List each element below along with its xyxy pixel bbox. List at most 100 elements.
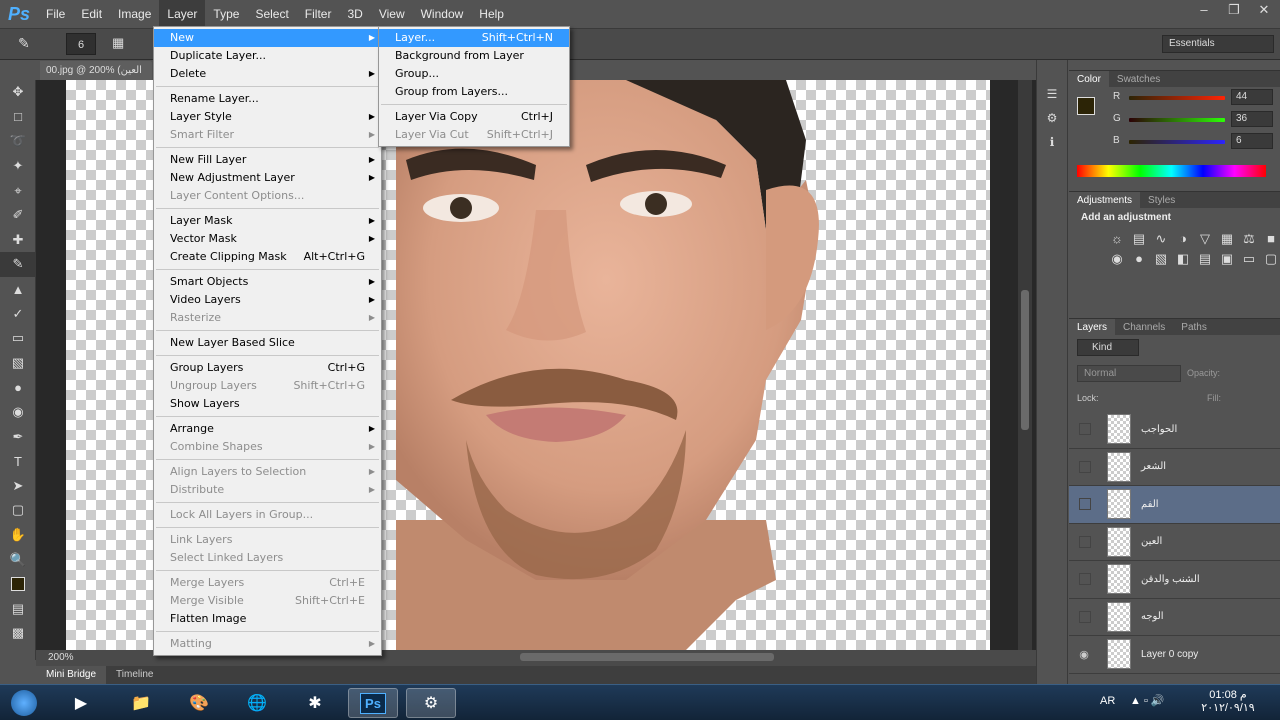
visibility-toggle[interactable] — [1079, 498, 1091, 511]
tab-timeline[interactable]: Timeline — [106, 666, 163, 684]
color-balance-icon[interactable]: ⚖ — [1241, 231, 1257, 247]
selective-color-icon[interactable]: ▢ — [1263, 251, 1279, 267]
marquee-tool-icon[interactable]: □ — [0, 105, 36, 130]
brightness-icon[interactable]: ☼ — [1109, 231, 1125, 247]
submenu-item-group-from-layers[interactable]: Group from Layers... — [379, 83, 569, 101]
document-tab[interactable]: 00.jpg @ 200% (العين — [40, 61, 152, 80]
info-icon[interactable]: ℹ — [1037, 130, 1067, 154]
brush-panel-icon[interactable]: ▦ — [112, 35, 124, 51]
lookup-icon[interactable]: ▧ — [1153, 251, 1169, 267]
layer-name[interactable]: الشعر — [1141, 461, 1166, 472]
brush-icon[interactable]: ✎ — [18, 35, 30, 52]
layer-thumbnail[interactable] — [1107, 414, 1131, 445]
layer-row[interactable]: الشنب والدقن — [1069, 561, 1280, 599]
photo-filter-icon[interactable]: ◉ — [1109, 251, 1125, 267]
menu-item-duplicate-layer[interactable]: Duplicate Layer... — [154, 47, 381, 65]
hue-icon[interactable]: ▦ — [1219, 231, 1235, 247]
menu-item-vector-mask[interactable]: Vector Mask ▶ — [154, 230, 381, 248]
paint-icon[interactable]: 🎨 — [174, 688, 224, 718]
tab-layers[interactable]: Layers — [1069, 318, 1116, 336]
brush-size-picker[interactable]: 6 — [66, 33, 96, 55]
gradient-map-icon[interactable]: ▭ — [1241, 251, 1257, 267]
layer-name[interactable]: الشنب والدقن — [1141, 574, 1200, 585]
layer-thumbnail[interactable] — [1107, 639, 1131, 670]
layer-row[interactable]: الفم — [1069, 486, 1280, 524]
color-spectrum-bar[interactable] — [1077, 165, 1266, 177]
layer-name[interactable]: الحواجب — [1141, 424, 1177, 435]
kind-filter[interactable]: Kind — [1077, 339, 1139, 356]
tab-swatches[interactable]: Swatches — [1109, 74, 1168, 85]
type-tool-icon[interactable]: T — [0, 449, 36, 474]
layer-name[interactable]: الوجه — [1141, 611, 1164, 622]
color-swatches-icon[interactable] — [0, 572, 36, 597]
hand-tool-icon[interactable]: ✋ — [0, 523, 36, 548]
blur-tool-icon[interactable]: ● — [0, 375, 36, 400]
clock[interactable]: 01:08 م ٢٠١٢/٠٩/١٩ — [1198, 688, 1258, 714]
history-icon[interactable]: ☰ — [1037, 82, 1067, 106]
layer-thumbnail[interactable] — [1107, 601, 1131, 632]
explorer-icon[interactable]: 📁 — [116, 688, 166, 718]
pen-tool-icon[interactable]: ✒ — [0, 424, 36, 449]
menu-window[interactable]: Window — [413, 0, 472, 28]
red-value[interactable]: 44 — [1231, 89, 1273, 105]
layer-row[interactable]: الحواجب — [1069, 411, 1280, 449]
screen-mode-icon[interactable]: ▩ — [0, 621, 36, 646]
quick-mask-icon[interactable]: ▤ — [0, 596, 36, 621]
menu-item-flatten-image[interactable]: Flatten Image — [154, 610, 381, 628]
menu-file[interactable]: File — [38, 0, 73, 28]
close-icon[interactable]: ✕ — [1254, 2, 1274, 18]
path-select-tool-icon[interactable]: ➤ — [0, 474, 36, 499]
layer-row[interactable]: الوجه — [1069, 599, 1280, 636]
brush-tool-icon[interactable]: ✎ — [0, 252, 36, 277]
start-button[interactable] — [2, 688, 46, 718]
eye-icon[interactable]: ◉ — [1075, 648, 1093, 661]
menu-3d[interactable]: 3D — [339, 0, 370, 28]
menu-type[interactable]: Type — [205, 0, 247, 28]
menu-item-arrange[interactable]: Arrange ▶ — [154, 420, 381, 438]
menu-item-create-clipping-mask[interactable]: Create Clipping Mask Alt+Ctrl+G — [154, 248, 381, 266]
submenu-item-layer-via-copy[interactable]: Layer Via Copy Ctrl+J — [379, 108, 569, 126]
menu-item-new-layer-based-slice[interactable]: New Layer Based Slice — [154, 334, 381, 352]
star-app-icon[interactable]: ✱ — [290, 688, 340, 718]
quick-select-tool-icon[interactable]: ✦ — [0, 154, 36, 179]
visibility-toggle[interactable] — [1079, 423, 1091, 436]
vertical-scrollbar[interactable] — [1018, 80, 1032, 650]
tab-mini-bridge[interactable]: Mini Bridge — [36, 666, 107, 684]
menu-item-layer-style[interactable]: Layer Style ▶ — [154, 108, 381, 126]
invert-icon[interactable]: ◧ — [1175, 251, 1191, 267]
crop-tool-icon[interactable]: ⌖ — [0, 178, 36, 203]
menu-item-video-layers[interactable]: Video Layers ▶ — [154, 291, 381, 309]
green-value[interactable]: 36 — [1231, 111, 1273, 127]
blend-mode-select[interactable]: Normal — [1077, 365, 1181, 382]
tab-paths[interactable]: Paths — [1173, 322, 1215, 333]
tab-color[interactable]: Color — [1069, 70, 1109, 88]
layer-row[interactable]: العين — [1069, 524, 1280, 561]
restore-icon[interactable]: ❐ — [1224, 2, 1244, 18]
exposure-icon[interactable]: ◑ — [1175, 231, 1191, 247]
threshold-icon[interactable]: ▣ — [1219, 251, 1235, 267]
tray-icons[interactable]: ▲ ▫ 🔊 — [1130, 694, 1165, 707]
dodge-tool-icon[interactable]: ◉ — [0, 400, 36, 425]
posterize-icon[interactable]: ▤ — [1197, 251, 1213, 267]
visibility-toggle[interactable] — [1079, 460, 1091, 473]
menu-select[interactable]: Select — [247, 0, 296, 28]
menu-item-new[interactable]: New ▶ — [154, 29, 381, 47]
workspace-switcher[interactable]: Essentials — [1162, 35, 1274, 53]
recorder-icon[interactable]: ⚙ — [406, 688, 456, 718]
move-tool-icon[interactable]: ✥ — [0, 80, 36, 105]
language-indicator[interactable]: AR — [1100, 695, 1115, 707]
menu-layer[interactable]: Layer — [159, 0, 206, 28]
layer-thumbnail[interactable] — [1107, 564, 1131, 595]
green-slider[interactable]: G 36 — [1069, 109, 1280, 131]
stamp-tool-icon[interactable]: ▲ — [0, 277, 36, 302]
menu-view[interactable]: View — [371, 0, 413, 28]
menu-item-new-adjustment-layer[interactable]: New Adjustment Layer ▶ — [154, 169, 381, 187]
visibility-toggle[interactable] — [1079, 610, 1091, 623]
menu-item-layer-mask[interactable]: Layer Mask ▶ — [154, 212, 381, 230]
globe-icon[interactable]: 🌐 — [232, 688, 282, 718]
layer-name[interactable]: Layer 0 copy — [1141, 649, 1198, 660]
menu-help[interactable]: Help — [471, 0, 512, 28]
gradient-tool-icon[interactable]: ▧ — [0, 351, 36, 376]
bw-icon[interactable]: ■ — [1263, 231, 1279, 247]
blue-slider[interactable]: B 6 — [1069, 131, 1280, 153]
